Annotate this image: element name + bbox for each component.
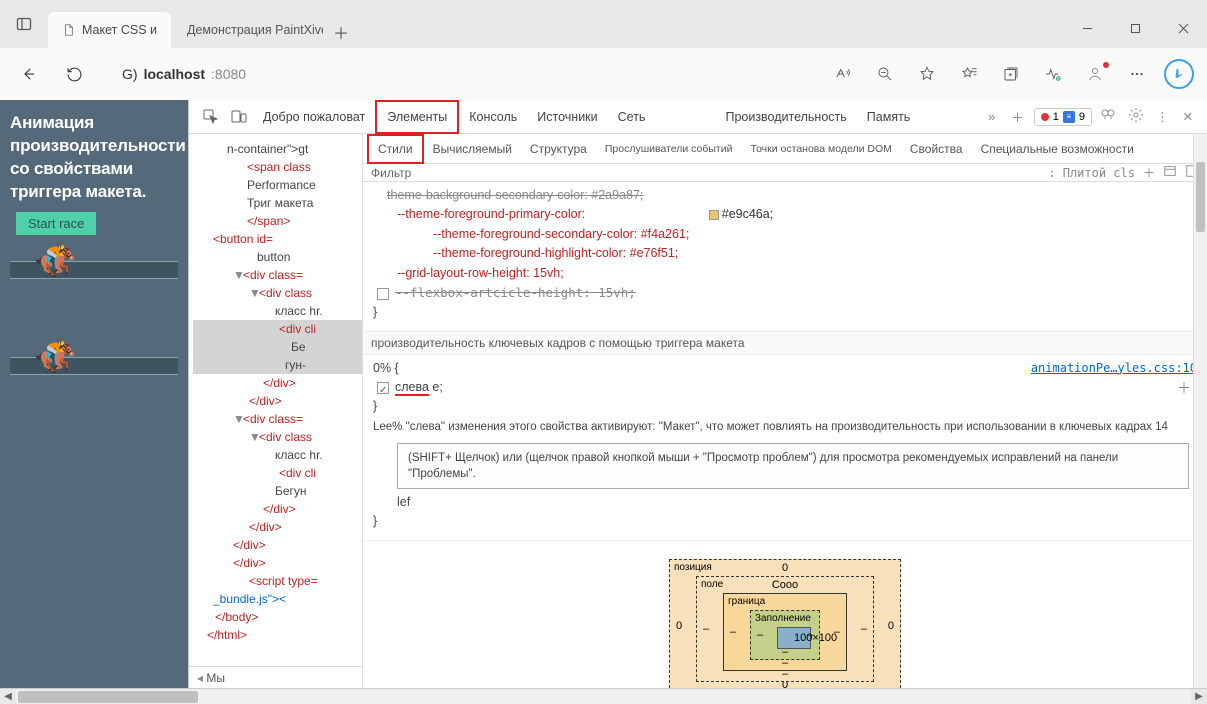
new-style-icon[interactable]: ＋ xyxy=(1143,164,1155,181)
profile-icon[interactable] xyxy=(1075,54,1115,94)
browser-tab-inactive[interactable]: Демонстрация PaintXive xyxy=(173,12,323,48)
zoom-out-icon[interactable] xyxy=(865,54,905,94)
scrollbar-horizontal[interactable]: ◀ ▶ xyxy=(0,688,1207,704)
refresh-button[interactable] xyxy=(54,54,94,94)
sub-tab-properties[interactable]: Свойства xyxy=(901,134,972,164)
start-race-button[interactable]: Start race xyxy=(16,212,96,235)
window-minimize-button[interactable] xyxy=(1063,8,1111,48)
devtools-tab-performance[interactable]: Производительность xyxy=(715,100,856,134)
property-checkbox[interactable] xyxy=(377,382,389,394)
scrollbar-vertical[interactable] xyxy=(1193,134,1207,688)
performance-icon[interactable] xyxy=(1033,54,1073,94)
sub-tab-computed[interactable]: Вычисляемый xyxy=(424,134,521,164)
url-port: :8080 xyxy=(211,66,246,82)
devtools-tab-memory[interactable]: Память xyxy=(857,100,921,134)
keyframes-section-title: производительность ключевых кадров с пом… xyxy=(363,332,1207,355)
box-model-diagram[interactable]: позиция 0000 поле Cooo––– граница –––– З… xyxy=(669,559,901,689)
devtools-tab-welcome[interactable]: Добро пожаловат xyxy=(253,100,375,134)
favorite-icon[interactable] xyxy=(907,54,947,94)
favorites-list-icon[interactable] xyxy=(949,54,989,94)
sub-tab-listeners[interactable]: Прослушиватели событий xyxy=(596,134,742,164)
devtools-tab-network[interactable]: Сеть xyxy=(608,100,656,134)
devtools-tab-sources[interactable]: Источники xyxy=(527,100,607,134)
more-icon[interactable] xyxy=(1117,54,1157,94)
race-track-1: 🏇 xyxy=(10,261,178,279)
computed-styles-icon[interactable] xyxy=(1163,164,1177,181)
device-icon[interactable] xyxy=(225,109,253,125)
horse-icon: 🏇 xyxy=(34,240,76,280)
collections-icon[interactable] xyxy=(991,54,1031,94)
dom-selected-node[interactable]: <div cli xyxy=(193,320,362,338)
back-button[interactable] xyxy=(8,54,48,94)
more-tabs-icon[interactable]: » xyxy=(982,110,1001,124)
devtools-panel: Добро пожаловат Элементы Консоль Источни… xyxy=(188,100,1207,688)
url-input[interactable]: G) localhost :8080 xyxy=(108,57,260,91)
horse-icon: 🏇 xyxy=(34,336,76,376)
feedback-icon[interactable] xyxy=(1096,107,1120,126)
url-prefix: G) xyxy=(122,66,138,82)
race-track-2: 🏇 xyxy=(10,357,178,375)
read-aloud-icon[interactable] xyxy=(823,54,863,94)
filter-input[interactable]: Фильтр xyxy=(371,166,411,180)
devtools-more-icon[interactable]: ⋮ xyxy=(1152,109,1173,124)
add-property-icon[interactable]: ＋ xyxy=(1177,378,1191,400)
sub-tab-dom-breakpoints[interactable]: Точки останова модели DOM xyxy=(741,134,900,164)
window-close-button[interactable] xyxy=(1159,8,1207,48)
css-rule-block[interactable]: theme-background-secondary-color: #2a9a8… xyxy=(363,182,1207,332)
sidebar-toggle-icon[interactable] xyxy=(0,0,48,48)
page-heading: Анимация производительности со свойствам… xyxy=(10,112,178,204)
new-tab-icon[interactable]: ＋ xyxy=(1005,107,1030,126)
sub-tab-accessibility[interactable]: Специальные возможности xyxy=(972,134,1143,164)
dom-tree-pane[interactable]: n-container">gt <span class Performance … xyxy=(189,134,363,688)
breadcrumb[interactable]: ◂ Мы xyxy=(189,666,362,688)
window-maximize-button[interactable] xyxy=(1111,8,1159,48)
settings-icon[interactable] xyxy=(1124,107,1148,126)
devtools-toolbar: Добро пожаловат Элементы Консоль Источни… xyxy=(189,100,1207,134)
keyframe-rule[interactable]: animationPe…yles.css:10 0% { слева e;＋ }… xyxy=(363,355,1207,541)
inspect-icon[interactable] xyxy=(197,109,225,125)
styles-pane: Стили Вычисляемый Структура Прослушивате… xyxy=(363,134,1207,688)
window-titlebar: Макет CSS и Демонстрация PaintXive ＋ xyxy=(0,0,1207,48)
bing-chat-icon[interactable] xyxy=(1159,54,1199,94)
url-host: localhost xyxy=(144,66,205,82)
browser-tab-active[interactable]: Макет CSS и xyxy=(48,12,171,48)
devtools-close-icon[interactable]: ✕ xyxy=(1177,109,1199,124)
tab-label: Макет CSS и xyxy=(82,23,157,37)
sub-tab-styles[interactable]: Стили xyxy=(367,134,424,164)
new-tab-button[interactable]: ＋ xyxy=(325,16,357,48)
sub-tab-layout[interactable]: Структура xyxy=(521,134,596,164)
tab-label: Демонстрация PaintXive xyxy=(187,23,323,37)
source-link[interactable]: animationPe…yles.css:10 xyxy=(1031,359,1197,378)
issue-property[interactable]: слева xyxy=(395,380,429,396)
filter-layout-toggle[interactable]: : Плитой cls xyxy=(1048,166,1135,180)
address-bar: G) localhost :8080 xyxy=(0,48,1207,100)
devtools-tab-elements[interactable]: Элементы xyxy=(375,100,459,134)
page-viewport: Анимация производительности со свойствам… xyxy=(0,100,188,688)
devtools-tab-console[interactable]: Консоль xyxy=(459,100,527,134)
error-count-pill[interactable]: 1≡9 xyxy=(1034,108,1092,126)
issue-tooltip: (SHIFT+ Щелчок) или (щелчок правой кнопк… xyxy=(397,443,1189,489)
